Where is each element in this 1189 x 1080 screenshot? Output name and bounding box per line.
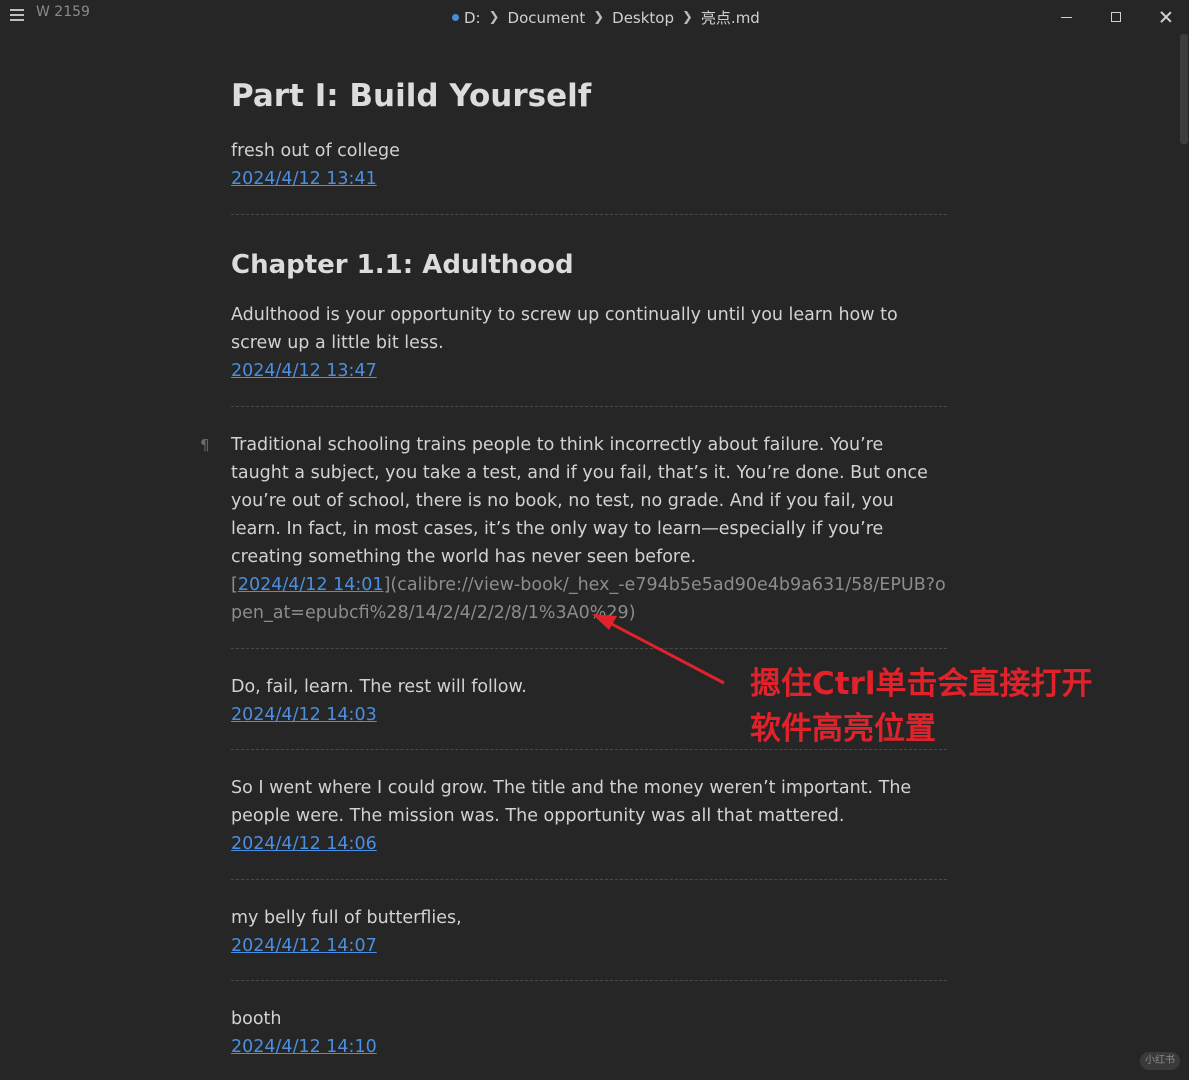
chevron-right-icon: ❯ (593, 10, 605, 25)
source-link-line[interactable]: [2024/4/12 14:01](calibre://view-book/_h… (231, 571, 947, 627)
chevron-right-icon: ❯ (488, 10, 500, 25)
unsaved-dot-icon (452, 14, 459, 21)
heading-chapter-1-1[interactable]: Chapter 1.1: Adulthood (231, 250, 574, 280)
title-bar: W 2159 D: ❯ Document ❯ Desktop ❯ 亮点.md (0, 0, 1189, 34)
paragraph[interactable]: So I went where I could grow. The title … (231, 774, 943, 830)
timestamp-link[interactable]: 2024/4/12 13:47 (231, 357, 377, 385)
divider (231, 406, 947, 407)
maximize-icon (1111, 12, 1121, 22)
divider (231, 980, 947, 981)
paragraph-mark-icon[interactable]: ¶ (200, 436, 210, 454)
paragraph[interactable]: Traditional schooling trains people to t… (231, 431, 943, 571)
maximize-button[interactable] (1093, 0, 1139, 34)
paragraph[interactable]: my belly full of butterflies, (231, 904, 943, 932)
paragraph[interactable]: fresh out of college (231, 137, 943, 165)
timestamp-link[interactable]: 2024/4/12 14:10 (231, 1033, 377, 1061)
close-button[interactable] (1143, 0, 1189, 34)
annotation-text: 摁住Ctrl单击会直接打开 软件高亮位置 (750, 662, 1130, 752)
minimize-button[interactable] (1043, 0, 1089, 34)
timestamp-link[interactable]: 2024/4/12 14:03 (231, 701, 377, 729)
breadcrumb: D: ❯ Document ❯ Desktop ❯ 亮点.md (452, 7, 760, 28)
breadcrumb-file[interactable]: 亮点.md (701, 7, 760, 28)
close-icon (1160, 11, 1172, 23)
heading-part-1[interactable]: Part I: Build Yourself (231, 78, 591, 114)
watermark-logo: 小红书 (1140, 1052, 1180, 1070)
breadcrumb-drive[interactable]: D: (464, 9, 481, 27)
divider (231, 214, 947, 215)
scrollbar-thumb[interactable] (1180, 34, 1188, 144)
hamburger-menu-icon[interactable] (10, 9, 24, 21)
timestamp-link[interactable]: 2024/4/12 14:07 (231, 932, 377, 960)
scrollbar[interactable] (1179, 34, 1189, 1080)
timestamp-link[interactable]: 2024/4/12 13:41 (231, 165, 377, 193)
divider (231, 648, 947, 649)
breadcrumb-document[interactable]: Document (508, 9, 586, 27)
breadcrumb-desktop[interactable]: Desktop (612, 9, 674, 27)
paragraph[interactable]: Adulthood is your opportunity to screw u… (231, 301, 943, 357)
annotation-line-2: 软件高亮位置 (750, 711, 936, 747)
minimize-icon (1060, 16, 1072, 18)
paragraph[interactable]: booth (231, 1005, 943, 1033)
bracket-open: [ (231, 575, 238, 595)
annotation-line-1: 摁住Ctrl单击会直接打开 (750, 666, 1093, 702)
chevron-right-icon: ❯ (682, 10, 693, 25)
timestamp-link[interactable]: 2024/4/12 14:01 (238, 575, 384, 595)
divider (231, 879, 947, 880)
word-count: W 2159 (36, 4, 90, 20)
timestamp-link[interactable]: 2024/4/12 14:06 (231, 830, 377, 858)
